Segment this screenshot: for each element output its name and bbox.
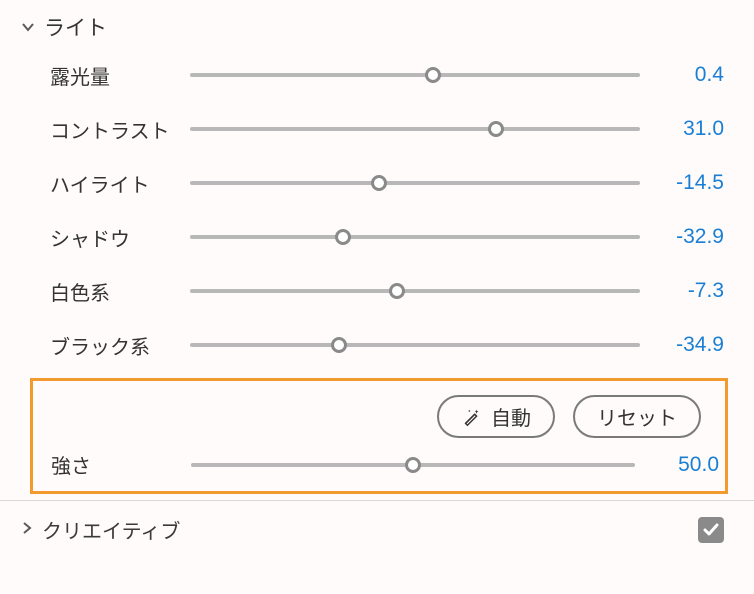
slider[interactable] <box>190 228 640 246</box>
reset-button[interactable]: リセット <box>573 395 701 438</box>
slider-thumb[interactable] <box>405 457 421 473</box>
section-header-light[interactable]: ライト <box>0 8 754 48</box>
slider[interactable] <box>190 336 640 354</box>
slider-value: 0.4 <box>652 63 724 87</box>
slider-thumb[interactable] <box>335 229 351 245</box>
magic-wand-icon <box>461 406 483 428</box>
slider-row: ハイライト -14.5 <box>50 156 724 210</box>
slider-thumb[interactable] <box>389 283 405 299</box>
section-title: クリエイティブ <box>42 515 180 544</box>
strength-value: 50.0 <box>647 453 719 477</box>
button-row: 自動 リセット <box>51 395 719 448</box>
slider-value: 31.0 <box>652 117 724 141</box>
slider-group: 露光量 0.4 コントラスト 31.0 ハイライト -14.5 シャドウ -32.9 白色系 -7… <box>0 48 754 372</box>
slider-thumb[interactable] <box>371 175 387 191</box>
slider-value: -14.5 <box>652 171 724 195</box>
slider-thumb[interactable] <box>488 121 504 137</box>
light-panel: ライト 露光量 0.4 コントラスト 31.0 ハイライト -14.5 シャドウ -32.9 白… <box>0 0 754 566</box>
slider[interactable] <box>190 120 640 138</box>
slider-row: 露光量 0.4 <box>50 48 724 102</box>
slider-label: シャドウ <box>50 223 178 252</box>
chevron-right-icon <box>20 518 34 541</box>
reset-button-label: リセット <box>597 402 677 431</box>
slider[interactable] <box>190 174 640 192</box>
slider[interactable] <box>190 282 640 300</box>
slider-row: ブラック系 -34.9 <box>50 318 724 372</box>
section-header-creative[interactable]: クリエイティブ <box>0 501 754 558</box>
strength-slider-row: 強さ 50.0 <box>51 448 719 479</box>
slider-label: 露光量 <box>50 61 178 90</box>
slider-label: ブラック系 <box>50 331 178 360</box>
strength-label: 強さ <box>51 450 179 479</box>
slider-label: ハイライト <box>50 169 178 198</box>
auto-button[interactable]: 自動 <box>437 395 555 438</box>
slider-row: コントラスト 31.0 <box>50 102 724 156</box>
auto-button-label: 自動 <box>491 402 531 431</box>
slider-row: シャドウ -32.9 <box>50 210 724 264</box>
slider-label: 白色系 <box>50 277 178 306</box>
strength-slider[interactable] <box>191 456 635 474</box>
slider-value: -34.9 <box>652 333 724 357</box>
slider-value: -32.9 <box>652 225 724 249</box>
slider-thumb[interactable] <box>331 337 347 353</box>
slider-label: コントラスト <box>50 115 178 144</box>
auto-highlight-box: 自動 リセット 強さ 50.0 <box>30 378 728 494</box>
creative-checkbox[interactable] <box>698 517 724 543</box>
slider[interactable] <box>190 66 640 84</box>
section-title: ライト <box>44 12 107 42</box>
slider-row: 白色系 -7.3 <box>50 264 724 318</box>
slider-thumb[interactable] <box>425 67 441 83</box>
slider-value: -7.3 <box>652 279 724 303</box>
chevron-down-icon <box>20 20 36 34</box>
